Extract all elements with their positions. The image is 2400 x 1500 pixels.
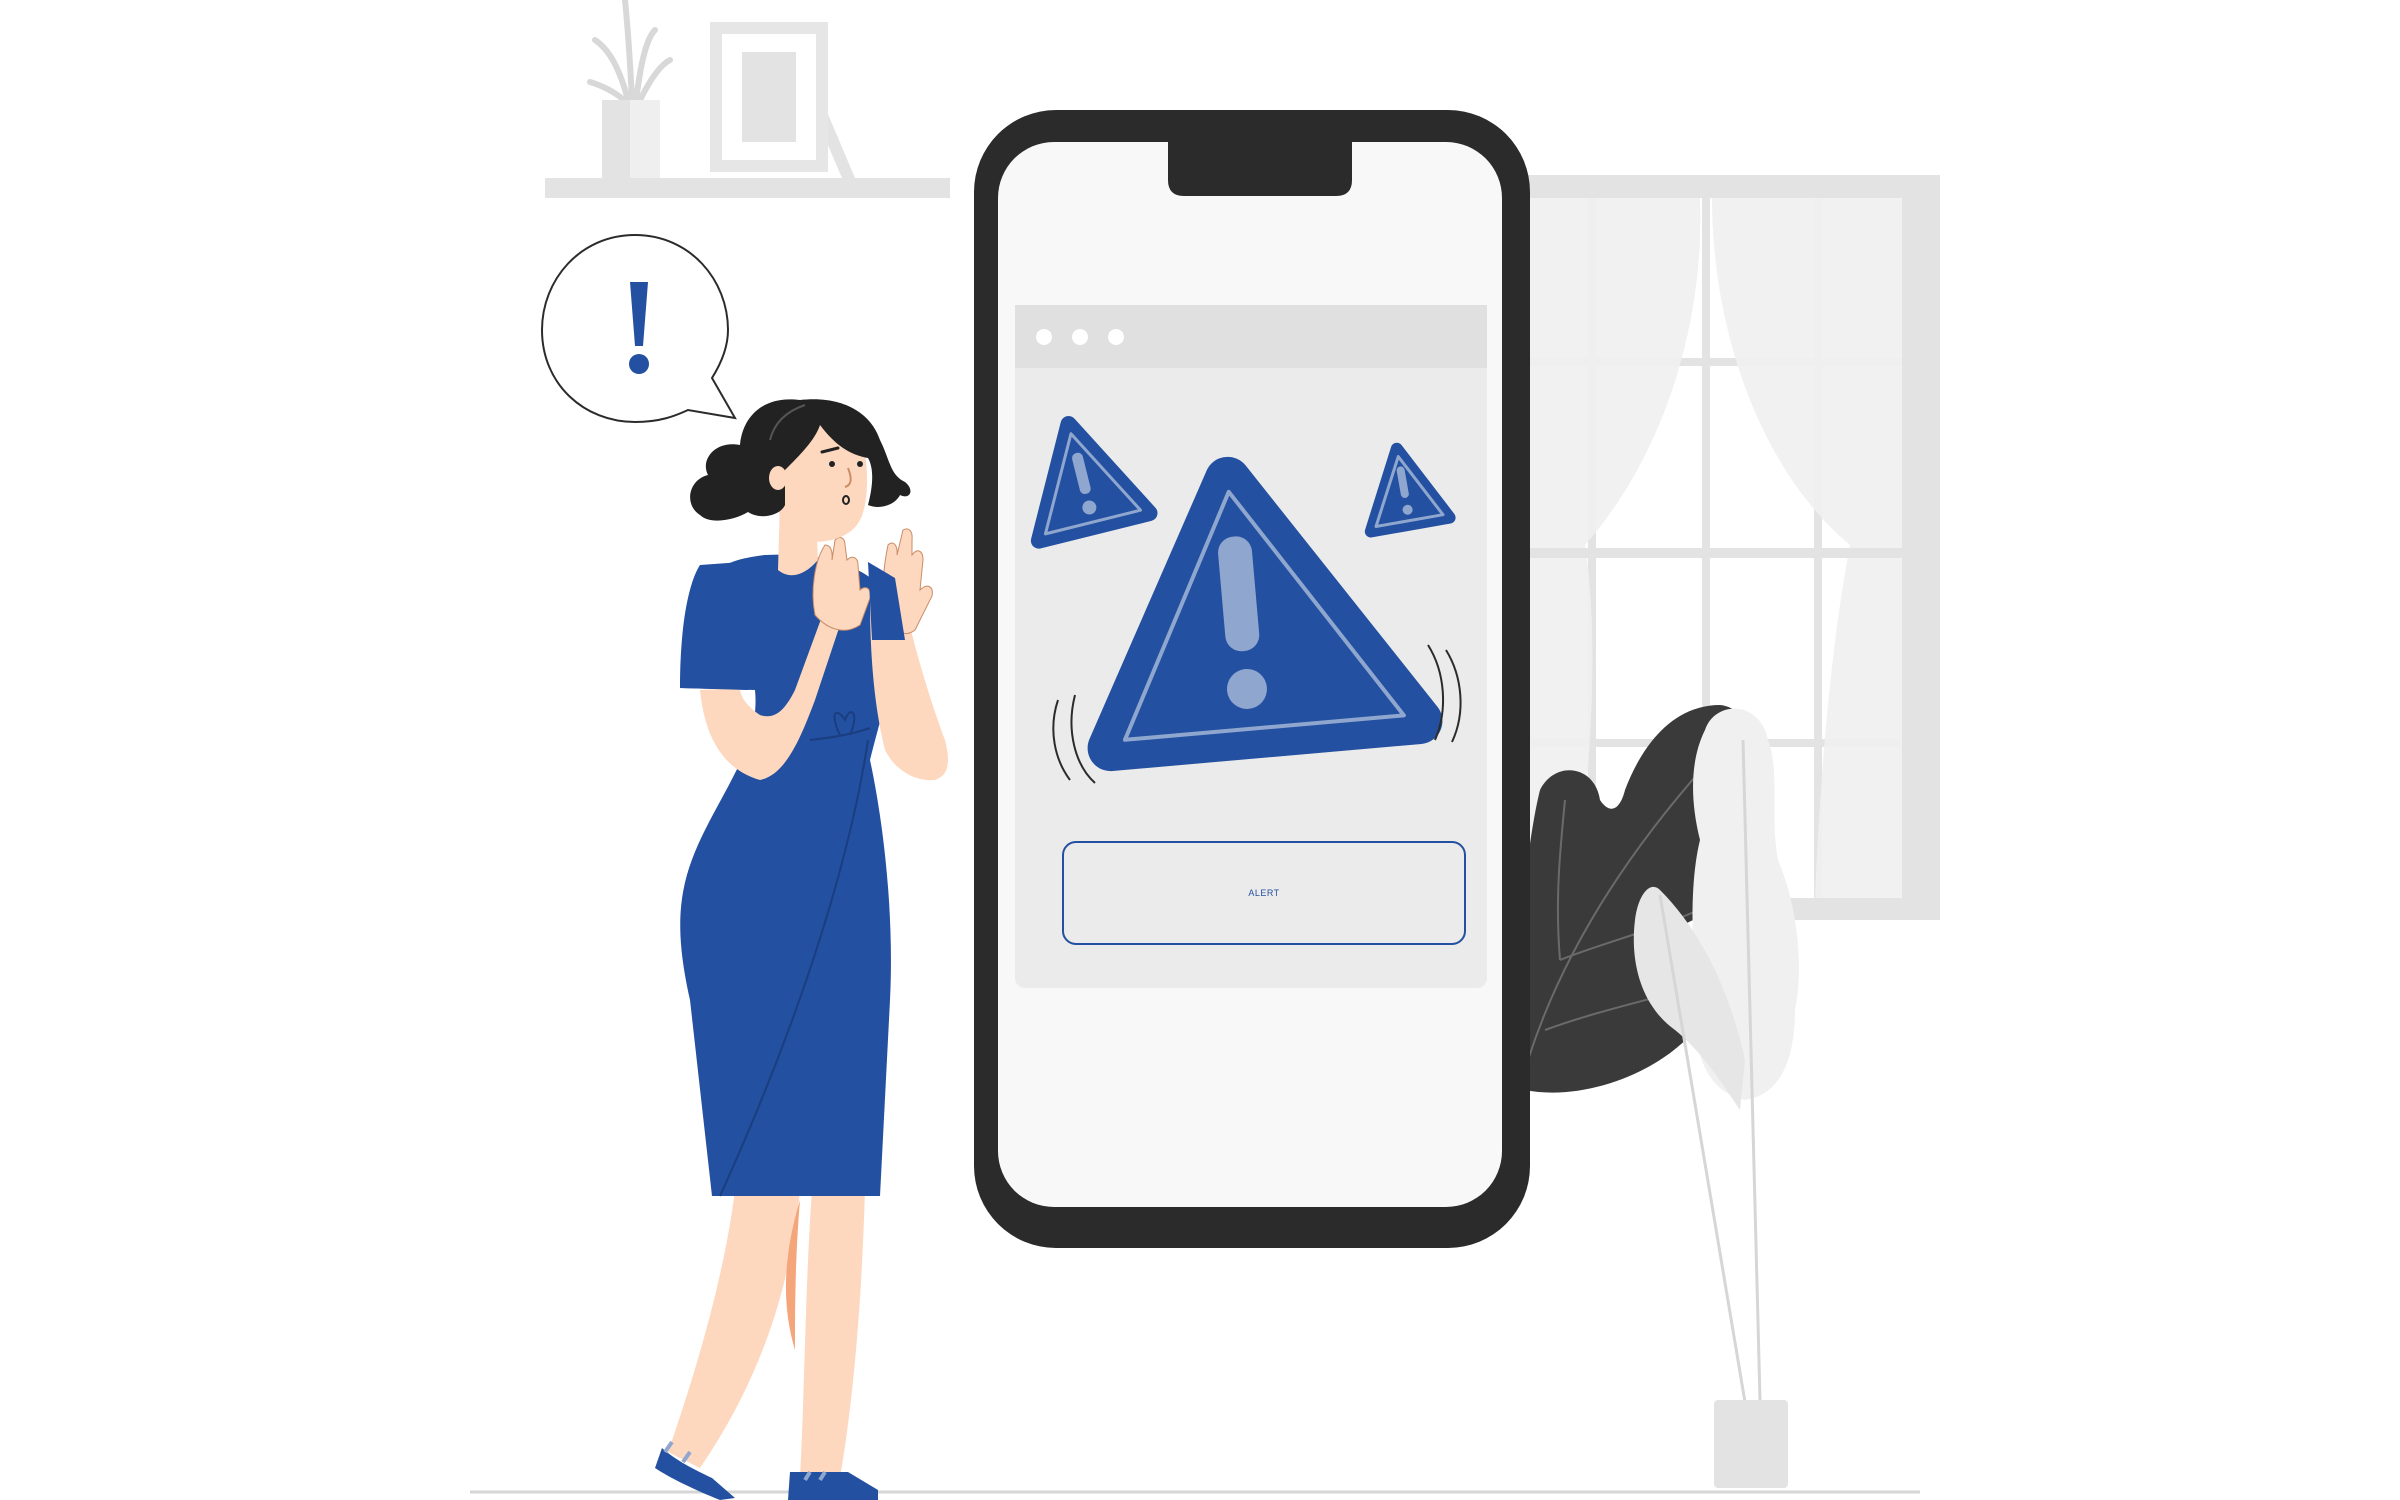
shelf-plant-icon xyxy=(587,0,673,178)
wall-shelf xyxy=(545,0,950,198)
alert-button[interactable]: ALERT xyxy=(1062,841,1466,945)
alert-illustration xyxy=(470,0,1940,1500)
woman-figure xyxy=(655,399,948,1500)
browser-dot-icon xyxy=(1108,329,1124,345)
shelf-board xyxy=(545,178,950,198)
eye-right xyxy=(857,461,863,467)
ear xyxy=(769,466,787,490)
right-leg xyxy=(800,1190,865,1478)
phone-notch xyxy=(1168,138,1352,196)
right-shoe-icon xyxy=(788,1472,878,1500)
illustration-stage: ALERT xyxy=(0,0,2400,1500)
picture-frame-icon xyxy=(710,22,855,178)
speech-bubble xyxy=(540,233,737,424)
left-leg xyxy=(668,1190,800,1468)
browser-dot-icon xyxy=(1036,329,1052,345)
smartphone xyxy=(974,110,1530,1248)
browser-dot-icon xyxy=(1072,329,1088,345)
eye-left xyxy=(829,461,835,467)
browser-dots xyxy=(1036,329,1124,345)
window-sill-bar xyxy=(1520,548,1910,558)
